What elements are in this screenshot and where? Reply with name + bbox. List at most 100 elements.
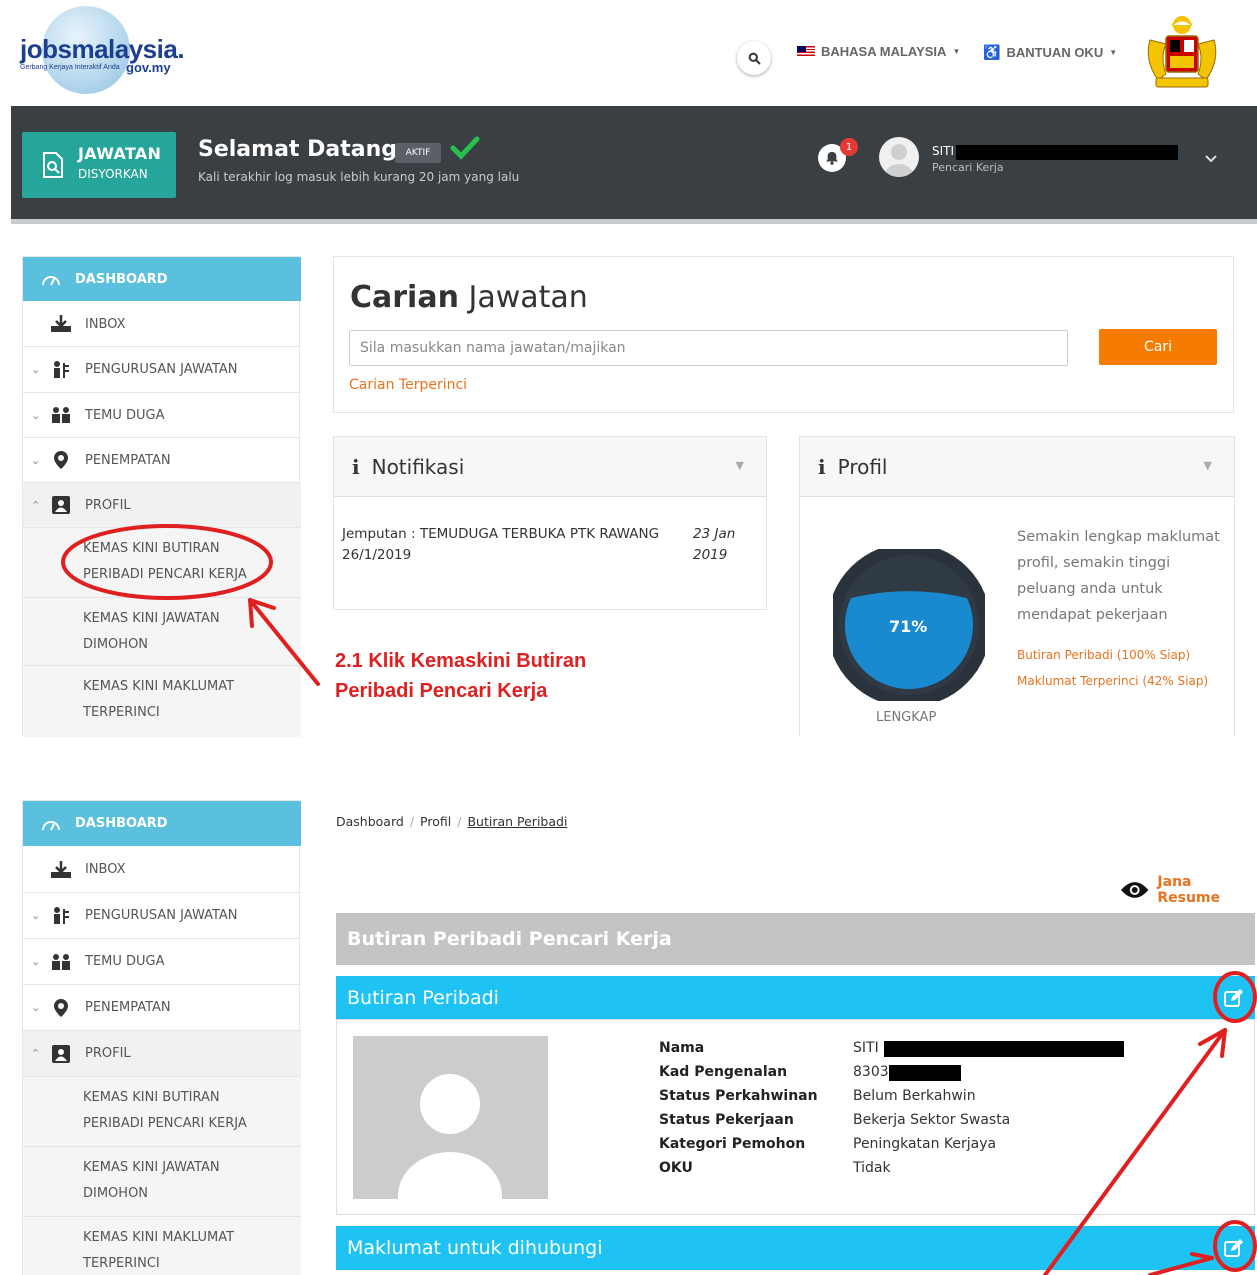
sidebar-item-label: PENGURUSAN JAWATAN	[85, 908, 238, 923]
dashboard-gauge-icon	[39, 267, 63, 291]
field-value-oku: Tidak	[853, 1160, 891, 1176]
recommended-jobs-label: JAWATAN	[78, 144, 162, 163]
caret-down-icon: ▼	[952, 47, 961, 56]
sidebar-subitem-line: KEMAS KINI BUTIRAN	[83, 541, 220, 556]
profile-description: Semakin lengkap maklumat profil, semakin…	[1017, 524, 1227, 694]
profile-detail-progress-link[interactable]: Maklumat Terperinci (42% Siap)	[1017, 668, 1227, 694]
oku-help-selector[interactable]: ♿ BANTUAN OKU ▼	[983, 44, 1117, 61]
field-label-oku: OKU	[659, 1160, 693, 1176]
advanced-search-link[interactable]: Carian Terperinci	[349, 377, 467, 393]
notification-item-text[interactable]: Jemputan : TEMUDUGA TERBUKA PTK RAWANG 2…	[342, 524, 682, 566]
generate-resume-label: Jana Resume	[1157, 874, 1221, 906]
field-value-marital: Belum Berkahwin	[853, 1088, 976, 1104]
caret-down-icon[interactable]: ▼	[1204, 459, 1212, 472]
redacted-name-bar	[884, 1041, 1124, 1057]
page-heading: Butiran Peribadi Pencari Kerja	[336, 913, 1255, 965]
search-button[interactable]	[737, 41, 771, 75]
sidebar-subitem-update-applied-jobs[interactable]: KEMAS KINI JAWATAN DIMOHON	[23, 598, 301, 666]
document-search-icon	[42, 152, 64, 182]
chevron-down-icon: ⌄	[31, 408, 41, 422]
sidebar-item-inbox[interactable]: INBOX	[23, 302, 301, 347]
sidebar-subitem-update-personal[interactable]: KEMAS KINI BUTIRAN PERIBADI PENCARI KERJ…	[23, 1077, 301, 1147]
sidebar-item-profile[interactable]: ⌃ PROFIL	[23, 483, 301, 528]
language-selector[interactable]: BAHASA MALAYSIA ▼	[797, 44, 960, 59]
user-menu-chevron-icon[interactable]	[1205, 149, 1217, 168]
sidebar-item-label: PENGURUSAN JAWATAN	[85, 362, 238, 377]
job-search-title: Carian Jawatan	[350, 280, 588, 315]
sidebar-item-interview[interactable]: ⌄ TEMU DUGA	[23, 393, 301, 438]
bell-icon	[825, 151, 839, 165]
user-avatar[interactable]	[879, 137, 919, 177]
profile-panel-header[interactable]: i Profil ▼	[800, 437, 1234, 497]
field-value-employment: Bekerja Sektor Swasta	[853, 1112, 1011, 1128]
sidebar-item-label: TEMU DUGA	[85, 407, 165, 423]
profile-card-icon	[49, 493, 73, 517]
notification-count-badge: 1	[840, 138, 858, 156]
sidebar-menu-top: DASHBOARD INBOX ⌄ PENGURUSAN JAWATAN ⌄ T…	[22, 256, 301, 737]
sidebar-subitem-line: PERIBADI PENCARI KERJA	[83, 567, 247, 582]
inbox-download-icon	[49, 858, 73, 882]
info-icon: i	[818, 454, 826, 479]
job-people-icon	[49, 904, 73, 928]
edit-personal-details-icon[interactable]	[1223, 988, 1243, 1013]
sidebar-item-placement[interactable]: ⌄ PENEMPATAN	[23, 985, 301, 1031]
inbox-download-icon	[49, 312, 73, 336]
logo-domain: gov.my	[126, 60, 171, 75]
oku-label: BANTUAN OKU	[1006, 45, 1104, 60]
field-label-category: Kategori Pemohon	[659, 1136, 806, 1152]
user-role: Pencari Kerja	[932, 161, 1004, 174]
instruction-annotation: 2.1 Klik Kemaskini Butiran Peribadi Penc…	[335, 646, 586, 706]
profile-panel-title: Profil	[837, 454, 888, 479]
edit-contact-details-icon[interactable]	[1223, 1238, 1243, 1263]
recommended-jobs-button[interactable]: JAWATAN DISYORKAN	[22, 132, 176, 198]
wheelchair-icon: ♿	[983, 44, 1001, 60]
sidebar-item-dashboard[interactable]: DASHBOARD	[23, 801, 301, 846]
search-submit-button[interactable]: Cari	[1099, 329, 1217, 365]
instruction-line: Peribadi Pencari Kerja	[335, 680, 548, 702]
notification-panel-header[interactable]: i Notifikasi ▼	[334, 437, 766, 497]
job-people-icon	[49, 358, 73, 382]
sidebar-subitem-update-details[interactable]: KEMAS KINI MAKLUMAT TERPERINCI	[23, 666, 301, 737]
sidebar-subitem-update-details[interactable]: KEMAS KINI MAKLUMAT TERPERINCI	[23, 1217, 301, 1275]
map-pin-icon	[49, 996, 73, 1020]
sidebar-item-profile[interactable]: ⌃ PROFIL	[23, 1031, 301, 1077]
field-value-name: SITI	[853, 1040, 879, 1056]
sidebar-item-label: DASHBOARD	[75, 816, 168, 831]
sidebar-subitem-update-applied-jobs[interactable]: KEMAS KINI JAWATAN DIMOHON	[23, 1147, 301, 1217]
sidebar-item-dashboard[interactable]: DASHBOARD	[23, 257, 301, 301]
map-pin-icon	[49, 448, 73, 472]
generate-resume-link[interactable]: Jana Resume	[1120, 874, 1257, 906]
sidebar-item-placement[interactable]: ⌄ PENEMPATAN	[23, 438, 301, 483]
breadcrumb-personal-details[interactable]: Butiran Peribadi	[467, 814, 567, 829]
last-login-text: Kali terakhir log masuk lebih kurang 20 …	[198, 170, 520, 184]
caret-down-icon[interactable]: ▼	[736, 459, 744, 472]
sidebar-item-label: DASHBOARD	[75, 271, 168, 287]
notification-item-date: 23 Jan 2019	[693, 526, 736, 563]
sidebar-item-job-management[interactable]: ⌄ PENGURUSAN JAWATAN	[23, 347, 301, 393]
jobsmalaysia-logo[interactable]: jobsmalaysia. Gerbang Kerjaya Interaktif…	[14, 6, 185, 94]
status-badge: AKTIF	[395, 143, 441, 163]
chevron-down-icon: ⌄	[31, 363, 41, 376]
chevron-down-icon: ⌄	[31, 1001, 41, 1014]
sidebar-subitem-line: KEMAS KINI JAWATAN	[83, 611, 220, 626]
interview-users-icon	[49, 403, 73, 427]
sidebar-subitem-update-personal[interactable]: KEMAS KINI BUTIRAN PERIBADI PENCARI KERJ…	[23, 528, 301, 598]
breadcrumb: Dashboard / Profil / Butiran Peribadi	[336, 814, 568, 829]
sidebar-item-inbox[interactable]: INBOX	[23, 847, 301, 893]
language-label: BAHASA MALAYSIA	[821, 44, 947, 59]
malaysia-flag-icon	[797, 46, 815, 57]
sidebar-item-job-management[interactable]: ⌄ PENGURUSAN JAWATAN	[23, 893, 301, 939]
sidebar-item-label: TEMU DUGA	[85, 954, 165, 969]
chevron-up-icon: ⌃	[31, 498, 41, 512]
sidebar-item-label: PENEMPATAN	[85, 452, 171, 468]
sidebar-menu-bottom: DASHBOARD INBOX ⌄ PENGURUSAN JAWATAN ⌄ T…	[22, 800, 301, 1275]
field-value-ic: 8303	[853, 1064, 889, 1080]
welcome-bar	[11, 106, 1257, 224]
sidebar-item-label: PROFIL	[85, 1046, 131, 1061]
breadcrumb-profile[interactable]: Profil	[420, 814, 451, 829]
info-icon: i	[352, 454, 360, 479]
profile-personal-progress-link[interactable]: Butiran Peribadi (100% Siap)	[1017, 642, 1227, 668]
sidebar-item-interview[interactable]: ⌄ TEMU DUGA	[23, 939, 301, 985]
breadcrumb-dashboard[interactable]: Dashboard	[336, 814, 404, 829]
job-search-input[interactable]: Sila masukkan nama jawatan/majikan	[349, 330, 1068, 366]
